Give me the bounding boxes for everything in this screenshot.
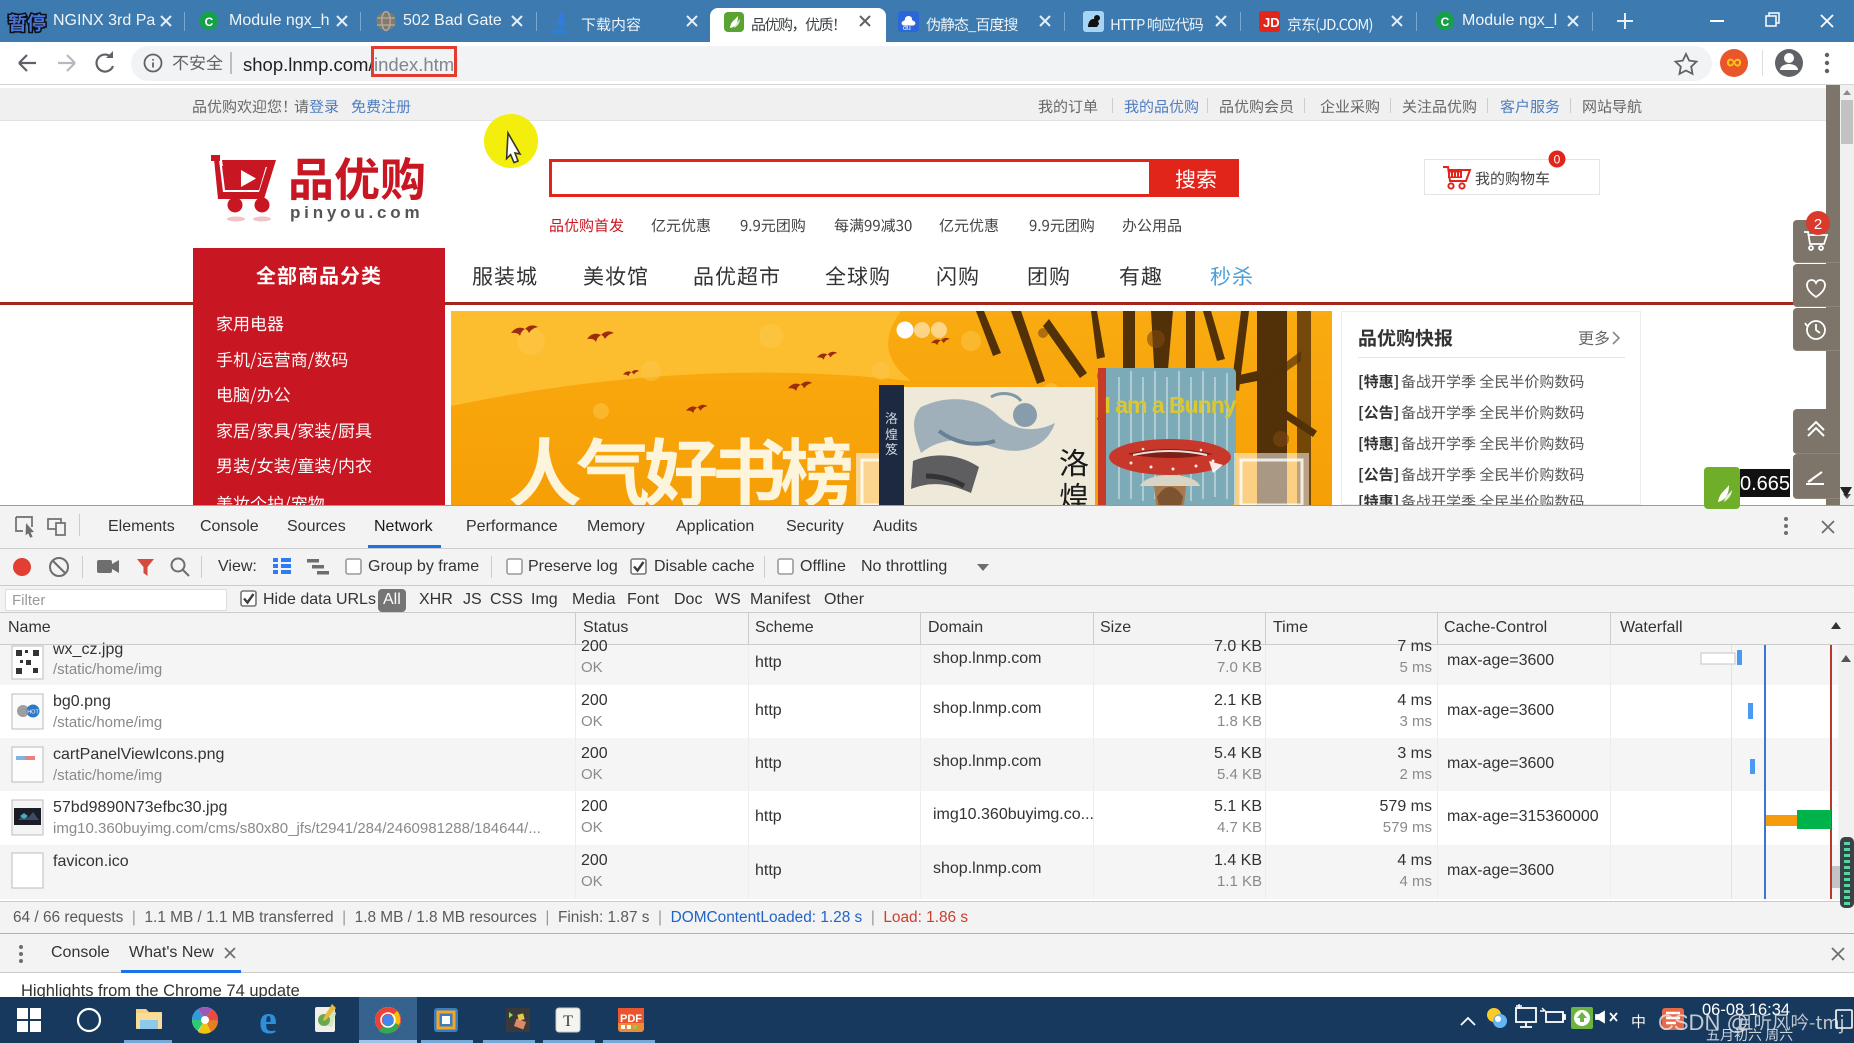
svg-text:I am a Bunny: I am a Bunny [1104,392,1236,418]
